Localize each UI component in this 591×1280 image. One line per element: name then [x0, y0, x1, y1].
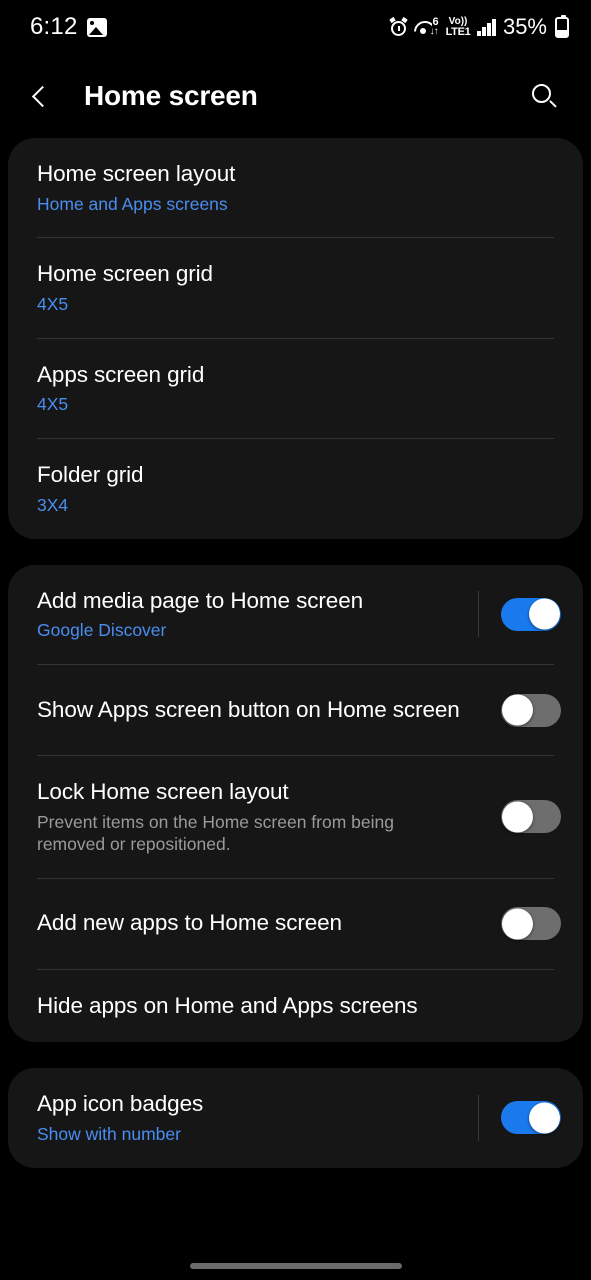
row-subtitle: 3X4: [37, 494, 69, 515]
setting-row-show-apps-screen-button[interactable]: Show Apps screen button on Home screen: [8, 665, 583, 755]
row-title: Hide apps on Home and Apps screens: [37, 992, 418, 1018]
setting-row-app-icon-badges[interactable]: App icon badges Show with number: [8, 1068, 583, 1167]
row-subtitle: 4X5: [37, 394, 69, 415]
row-text-group: Folder grid 3X4: [37, 461, 561, 516]
toggle-switch-app-icon-badges[interactable]: [501, 1101, 561, 1135]
row-text-group: Add new apps to Home screen: [37, 909, 460, 938]
settings-screen: 6:12 6 ↓↑ Vo)) LTE1 35% Home screen Home…: [0, 0, 591, 1280]
status-bar: 6:12 6 ↓↑ Vo)) LTE1 35%: [0, 0, 591, 54]
battery-icon: [555, 14, 569, 38]
row-text-group: Apps screen grid 4X5: [37, 361, 561, 416]
row-text-group: Home screen grid 4X5: [37, 260, 561, 315]
toggle-switch-add-new-apps[interactable]: [501, 907, 561, 940]
settings-card-badges-section: App icon badges Show with number: [8, 1068, 583, 1168]
settings-card-layout-section: Home screen layout Home and Apps screens H…: [8, 138, 583, 539]
row-text-group: Hide apps on Home and Apps screens: [37, 992, 561, 1021]
volte-bottom-label: LTE1: [445, 25, 471, 38]
image-icon: [86, 17, 107, 37]
gesture-home-pill[interactable]: [189, 1263, 402, 1269]
back-chevron-icon: [31, 85, 54, 107]
toggle-switch-add-media-page[interactable]: [501, 597, 561, 631]
status-clock: 6:12: [30, 13, 78, 40]
back-button[interactable]: [30, 77, 64, 115]
row-text-group: Home screen layout Home and Apps screens: [37, 160, 561, 215]
status-bar-left: 6:12: [30, 13, 107, 41]
toggle-knob: [502, 694, 533, 726]
alarm-icon: [388, 16, 408, 36]
row-title: Add media page to Home screen: [37, 587, 364, 613]
toggle-switch-lock-home-screen-layout[interactable]: [501, 800, 561, 834]
row-title: Show Apps screen button on Home screen: [37, 696, 460, 722]
settings-list[interactable]: Home screen layout Home and Apps screens H…: [0, 138, 591, 1252]
toggle-knob: [529, 598, 560, 630]
setting-row-hide-apps[interactable]: Hide apps on Home and Apps screens: [8, 970, 583, 1043]
row-text-group: Show Apps screen button on Home screen: [37, 696, 460, 725]
row-text-group: Lock Home screen layout Prevent items on …: [37, 778, 460, 855]
wifi-icon: 6 ↓↑: [414, 17, 439, 37]
battery-percent-label: 35%: [502, 14, 547, 39]
row-subtitle: Google Discover: [37, 620, 167, 641]
row-title: Add new apps to Home screen: [37, 910, 342, 936]
toggle-vertical-divider: [478, 1094, 479, 1141]
row-title: Home screen layout: [37, 161, 236, 186]
toggle-container[interactable]: [460, 687, 561, 733]
setting-row-home-screen-layout[interactable]: Home screen layout Home and Apps screens: [8, 138, 583, 237]
row-subtitle: Prevent items on the Home screen from be…: [37, 811, 394, 854]
toggle-knob: [502, 801, 533, 833]
row-title: Lock Home screen layout: [37, 779, 289, 805]
row-subtitle: Show with number: [37, 1123, 181, 1144]
status-bar-right: 6 ↓↑ Vo)) LTE1 35%: [388, 14, 569, 40]
toggle-knob: [502, 908, 533, 939]
toggle-container[interactable]: [460, 591, 561, 638]
volte-icon: Vo)) LTE1: [445, 15, 471, 38]
setting-row-add-new-apps[interactable]: Add new apps to Home screen: [8, 879, 583, 969]
toggle-vertical-divider: [478, 591, 479, 638]
setting-row-folder-grid[interactable]: Folder grid 3X4: [8, 439, 583, 538]
toggle-knob: [529, 1102, 560, 1134]
search-icon: [532, 84, 557, 108]
row-title: Home screen grid: [37, 261, 213, 287]
signal-bars-icon: [477, 18, 496, 36]
setting-row-apps-screen-grid[interactable]: Apps screen grid 4X5: [8, 339, 583, 438]
app-bar: Home screen: [0, 54, 591, 138]
setting-row-lock-home-screen-layout[interactable]: Lock Home screen layout Prevent items on …: [8, 756, 583, 877]
toggle-container[interactable]: [460, 794, 561, 840]
page-title: Home screen: [84, 80, 258, 111]
row-text-group: Add media page to Home screen Google Disc…: [37, 587, 460, 642]
setting-row-add-media-page[interactable]: Add media page to Home screen Google Disc…: [8, 565, 583, 664]
row-text-group: App icon badges Show with number: [37, 1090, 460, 1145]
wifi-traffic-arrows: ↓↑: [429, 26, 439, 37]
navigation-bar: [0, 1252, 591, 1280]
toggle-switch-show-apps-screen-button[interactable]: [501, 693, 561, 727]
row-title: App icon badges: [37, 1091, 204, 1117]
toggle-container[interactable]: [460, 1094, 561, 1141]
toggle-container[interactable]: [460, 901, 561, 947]
settings-card-behavior-section: Add media page to Home screen Google Disc…: [8, 564, 583, 1043]
row-subtitle: 4X5: [37, 294, 69, 314]
row-title: Apps screen grid: [37, 361, 205, 387]
setting-row-home-screen-grid[interactable]: Home screen grid 4X5: [8, 238, 583, 337]
row-title: Folder grid: [37, 462, 144, 488]
search-button[interactable]: [523, 75, 565, 117]
volte-top-label: Vo)): [448, 15, 468, 27]
row-subtitle: Home and Apps screens: [37, 193, 228, 214]
